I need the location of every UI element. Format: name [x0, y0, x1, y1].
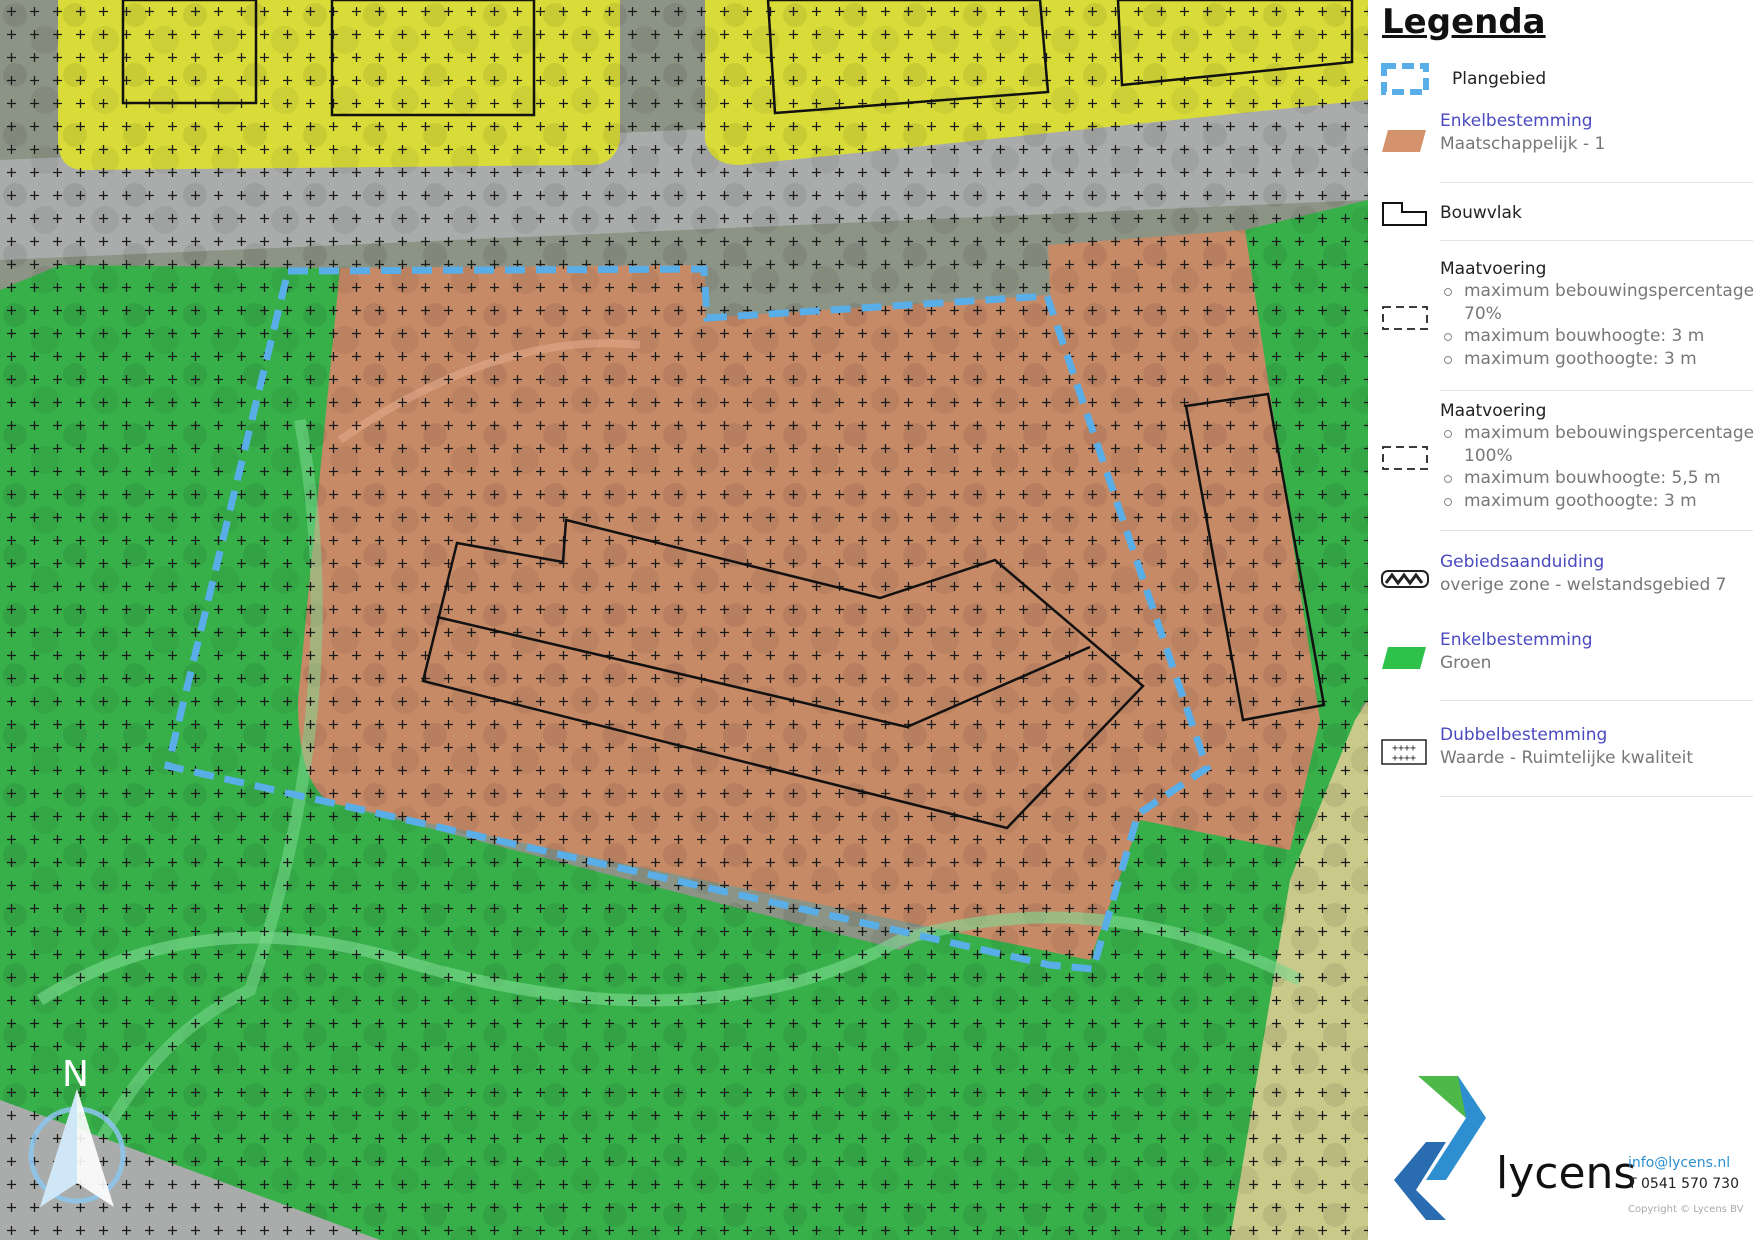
divider [1440, 700, 1753, 701]
north-label: N [62, 1054, 89, 1095]
legend-heading: Maatvoering [1440, 259, 1547, 279]
legend-label: Bouwvlak [1440, 203, 1522, 223]
divider [1440, 796, 1753, 797]
maatvoering-symbol-icon [1382, 306, 1428, 330]
legend-sub: Waarde - Ruimtelijke kwaliteit [1440, 748, 1694, 768]
phone-number: T 0541 570 730 [1628, 1176, 1739, 1192]
maatschappelijk-swatch-icon [1382, 130, 1426, 152]
bullet: maximum bebouwingspercentage: 70% [1444, 280, 1753, 325]
legend-sub: overige zone - welstandsgebied 7 [1440, 575, 1727, 595]
legend-title: Legenda [1382, 2, 1546, 42]
bullet: maximum bouwhoogte: 5,5 m [1444, 467, 1753, 490]
legend-heading: Enkelbestemming [1440, 111, 1593, 131]
brand-name: lycens [1496, 1148, 1637, 1199]
legend-heading: Enkelbestemming [1440, 630, 1593, 650]
legend-panel: Legenda Plangebied Enkelbestemming Maats… [1368, 0, 1753, 1240]
groen-swatch-icon [1382, 647, 1426, 669]
divider [1440, 182, 1753, 183]
svg-text:++++: ++++ [1392, 753, 1416, 764]
divider [1440, 530, 1753, 531]
maatvoering-bullets: maximum bebouwingspercentage: 70% maximu… [1440, 280, 1753, 370]
email-link[interactable]: info@lycens.nl [1628, 1155, 1730, 1171]
bullet: maximum goothoogte: 3 m [1444, 490, 1753, 513]
zoning-map[interactable]: N [0, 0, 1368, 1240]
north-arrow-icon [28, 1089, 126, 1207]
lycens-logo-icon [1394, 1076, 1486, 1220]
dubbelbestemming-symbol-icon: ++++ ++++ [1381, 739, 1427, 765]
bullet: maximum bebouwingspercentage: 100% [1444, 422, 1753, 467]
bullet: maximum goothoogte: 3 m [1444, 348, 1753, 371]
copyright: Copyright © Lycens BV [1628, 1204, 1744, 1215]
bullet: maximum bouwhoogte: 3 m [1444, 325, 1753, 348]
divider [1440, 390, 1753, 391]
legend-sub: Maatschappelijk - 1 [1440, 134, 1606, 154]
legend-sub: Groen [1440, 653, 1492, 673]
legend-label: Plangebied [1452, 69, 1547, 89]
legend-heading: Dubbelbestemming [1440, 725, 1608, 745]
welstand-symbol-icon [1381, 570, 1429, 588]
divider [1440, 240, 1753, 241]
legend-heading: Maatvoering [1440, 401, 1547, 421]
plangebied-symbol-icon [1381, 63, 1429, 95]
maatvoering-bullets: maximum bebouwingspercentage: 100% maxim… [1440, 422, 1753, 512]
bouwvlak-symbol-icon [1382, 202, 1427, 226]
legend-heading: Gebiedsaanduiding [1440, 552, 1605, 572]
maatvoering-symbol-icon [1382, 446, 1428, 470]
